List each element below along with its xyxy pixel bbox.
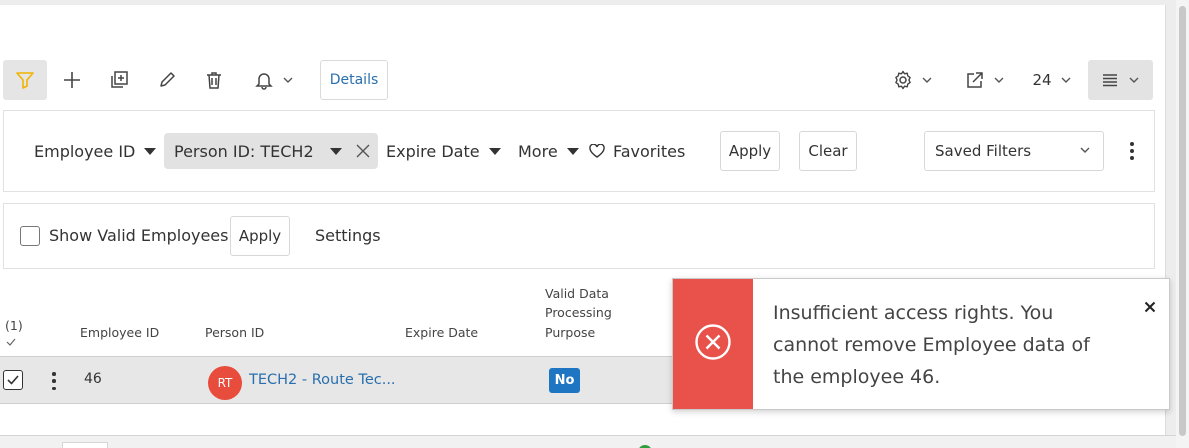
saved-filters-select[interactable]: Saved Filters <box>924 131 1104 171</box>
saved-filters-label: Saved Filters <box>935 142 1032 160</box>
favorites-label: Favorites <box>613 141 686 161</box>
chevron-down-icon <box>282 74 294 86</box>
caret-down-icon <box>329 147 342 155</box>
column-employee-id[interactable]: Employee ID <box>80 323 159 343</box>
options-panel: Show Valid Employees Apply Settings <box>3 203 1155 269</box>
options-apply-button[interactable]: Apply <box>230 216 290 256</box>
column-person-id[interactable]: Person ID <box>205 323 264 343</box>
filter-toggle-button[interactable] <box>3 60 47 100</box>
add-button[interactable] <box>55 60 89 100</box>
row-select-checkbox[interactable] <box>3 370 23 390</box>
close-icon[interactable] <box>356 144 370 158</box>
filter-employee-id[interactable]: Employee ID <box>34 133 157 169</box>
delete-button[interactable] <box>197 60 231 100</box>
duplicate-button[interactable] <box>102 60 136 100</box>
settings-link[interactable]: Settings <box>315 226 381 245</box>
toast-error-side <box>673 279 753 409</box>
chevron-down-icon <box>993 74 1005 86</box>
table-row[interactable]: 46 RT TECH2 - Route Tec... No <box>0 356 700 404</box>
show-valid-employees-label: Show Valid Employees <box>49 226 229 245</box>
error-toast: Insufficient access rights. You cannot r… <box>672 278 1170 410</box>
filter-person-id-label: Person ID: TECH2 <box>174 141 314 161</box>
error-circle-x-icon <box>694 323 732 365</box>
bottom-tab[interactable] <box>62 442 108 448</box>
filter-panel: Employee ID Person ID: TECH2 Expire Date… <box>3 110 1155 192</box>
bottom-bar <box>0 435 1176 448</box>
export-icon <box>965 70 985 90</box>
column-valid-purpose-line1[interactable]: Valid Data <box>545 284 609 304</box>
notifications-button[interactable] <box>248 60 300 100</box>
filter-clear-button[interactable]: Clear <box>799 131 857 171</box>
chevron-down-icon <box>1060 74 1072 86</box>
heart-icon <box>589 144 605 158</box>
page-size-select[interactable]: 24 <box>1028 60 1076 100</box>
chevron-down-icon <box>1079 142 1091 160</box>
toolbar: Details 24 <box>0 60 1166 102</box>
gear-icon <box>893 70 913 90</box>
pencil-icon <box>157 70 177 90</box>
details-button[interactable]: Details <box>320 60 388 100</box>
show-valid-employees-checkbox[interactable] <box>20 226 40 246</box>
list-view-icon <box>1102 72 1118 88</box>
page-size-value: 24 <box>1032 71 1052 89</box>
chevron-down-icon <box>1128 74 1140 86</box>
export-button[interactable] <box>960 60 1010 100</box>
caret-down-icon <box>566 147 579 155</box>
toast-message: Insufficient access rights. You cannot r… <box>773 302 1090 388</box>
chevron-down-icon <box>921 74 933 86</box>
check-icon <box>6 332 16 352</box>
filter-icon <box>15 70 35 90</box>
trash-icon <box>204 70 224 90</box>
vertical-scrollbar[interactable] <box>1176 0 1189 448</box>
filter-person-id-chip[interactable]: Person ID: TECH2 <box>164 133 378 169</box>
caret-down-icon <box>144 147 157 155</box>
edit-button[interactable] <box>150 60 184 100</box>
filter-menu-kebab-icon[interactable] <box>1124 139 1140 163</box>
filter-employee-id-label: Employee ID <box>34 141 136 161</box>
filter-more-label: More <box>518 141 558 161</box>
status-badge: No <box>549 368 580 393</box>
favorites-button[interactable]: Favorites <box>589 133 685 169</box>
row-menu-kebab-icon[interactable] <box>51 372 57 390</box>
column-valid-purpose-line3[interactable]: Purpose <box>545 323 595 343</box>
bell-icon <box>254 70 274 90</box>
view-mode-button[interactable] <box>1088 60 1153 100</box>
column-expire-date[interactable]: Expire Date <box>405 323 478 343</box>
column-valid-purpose-line2[interactable]: Processing <box>545 303 612 323</box>
filter-expire-date[interactable]: Expire Date <box>386 133 501 169</box>
filter-expire-date-label: Expire Date <box>386 141 480 161</box>
caret-down-icon <box>488 147 501 155</box>
cell-employee-id: 46 <box>84 371 102 387</box>
close-icon[interactable] <box>1144 301 1156 313</box>
avatar: RT <box>208 366 242 400</box>
filter-more[interactable]: More <box>518 133 579 169</box>
filter-apply-button[interactable]: Apply <box>720 131 780 171</box>
settings-button[interactable] <box>888 60 938 100</box>
plus-icon <box>62 70 82 90</box>
duplicate-icon <box>109 70 129 90</box>
scrollbar-thumb[interactable] <box>1179 6 1186 436</box>
person-link[interactable]: TECH2 - Route Tec... <box>249 372 396 388</box>
